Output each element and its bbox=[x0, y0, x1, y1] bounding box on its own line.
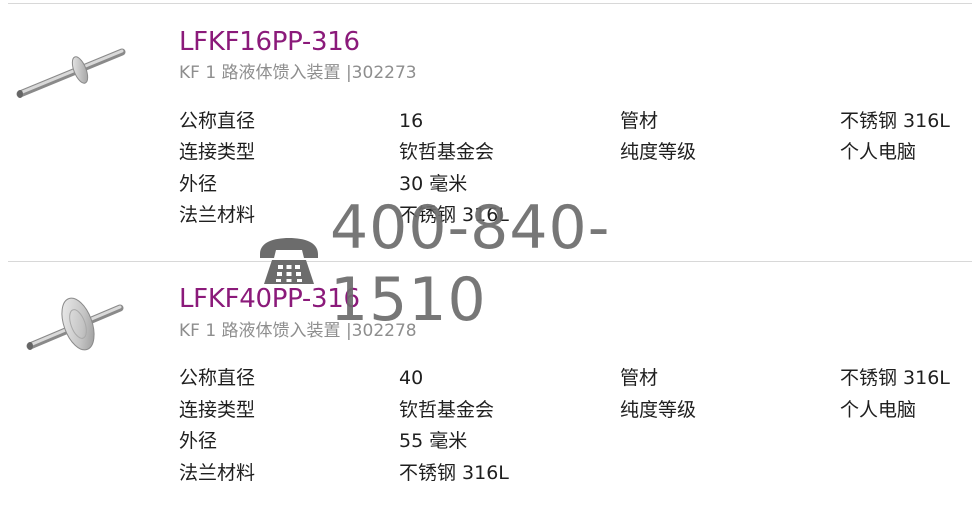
product-title[interactable]: LFKF16PP-316 bbox=[179, 27, 360, 57]
spec-label: 管材 bbox=[620, 367, 659, 389]
spec-value: 40 bbox=[399, 367, 424, 389]
product-subtitle: KF 1 路液体馈入装置 |302278 bbox=[179, 321, 417, 341]
spec-value: 个人电脑 bbox=[840, 141, 917, 163]
product-image[interactable] bbox=[6, 288, 132, 374]
product-title[interactable]: LFKF40PP-316 bbox=[179, 284, 360, 314]
product-card: LFKF16PP-316 KF 1 路液体馈入装置 |302273 公称直径 1… bbox=[0, 0, 972, 250]
spec-label: 公称直径 bbox=[179, 367, 256, 389]
spec-label: 法兰材料 bbox=[179, 462, 256, 484]
spec-label: 外径 bbox=[179, 430, 218, 452]
spec-label: 公称直径 bbox=[179, 110, 256, 132]
spec-value: 16 bbox=[399, 110, 424, 132]
spec-value: 30 毫米 bbox=[399, 173, 468, 195]
feedthrough-image bbox=[6, 40, 132, 126]
spec-value: 钦哲基金会 bbox=[399, 141, 495, 163]
spec-value: 钦哲基金会 bbox=[399, 399, 495, 421]
spec-value: 不锈钢 316L bbox=[840, 110, 950, 132]
spec-value: 不锈钢 316L bbox=[399, 462, 509, 484]
spec-label: 纯度等级 bbox=[620, 399, 697, 421]
spec-label: 纯度等级 bbox=[620, 141, 697, 163]
feedthrough-image bbox=[6, 288, 132, 374]
spec-label: 管材 bbox=[620, 110, 659, 132]
spec-value: 不锈钢 316L bbox=[840, 367, 950, 389]
product-image[interactable] bbox=[6, 40, 132, 126]
spec-label: 外径 bbox=[179, 173, 218, 195]
spec-value: 55 毫米 bbox=[399, 430, 468, 452]
spec-value: 不锈钢 316L bbox=[399, 204, 509, 226]
spec-value: 个人电脑 bbox=[840, 399, 917, 421]
product-subtitle: KF 1 路液体馈入装置 |302273 bbox=[179, 63, 417, 83]
spec-label: 连接类型 bbox=[179, 399, 256, 421]
spec-label: 法兰材料 bbox=[179, 204, 256, 226]
spec-label: 连接类型 bbox=[179, 141, 256, 163]
product-card: LFKF40PP-316 KF 1 路液体馈入装置 |302278 公称直径 4… bbox=[0, 258, 972, 508]
